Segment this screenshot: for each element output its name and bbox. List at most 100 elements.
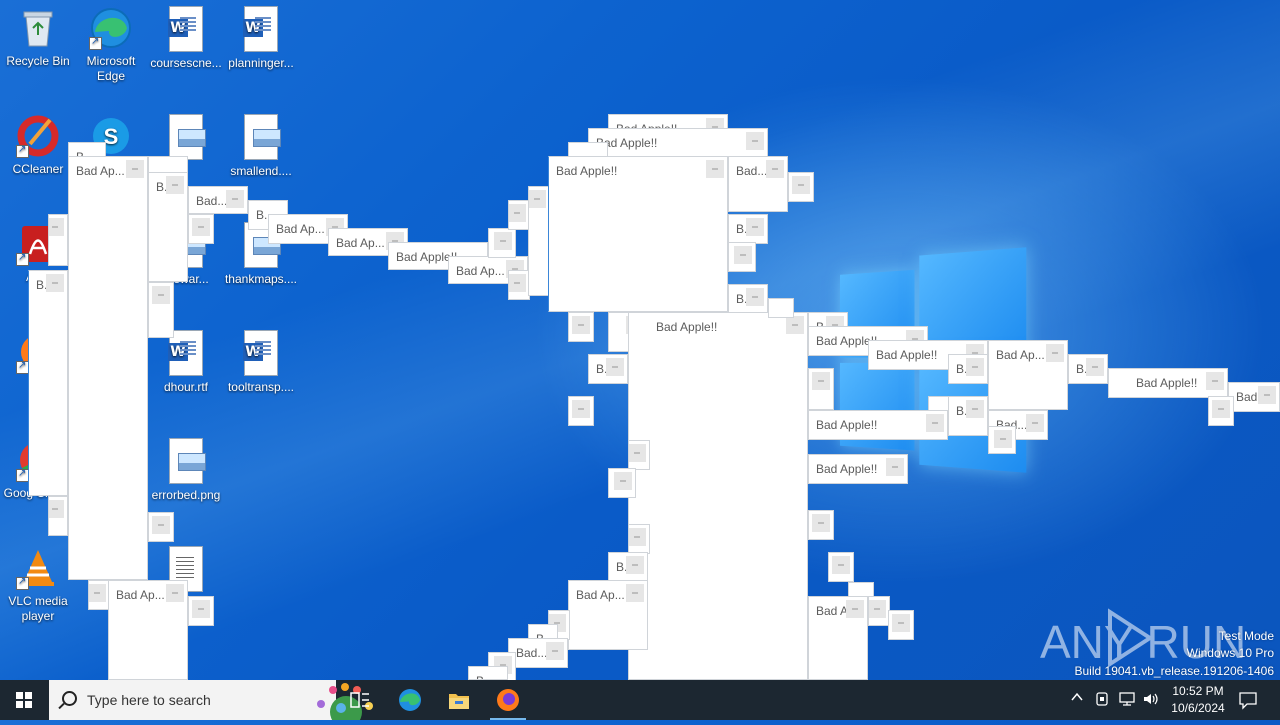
- taskbar-file-explorer-button[interactable]: [435, 680, 483, 720]
- bad-apple-window[interactable]: [528, 186, 550, 296]
- bad-apple-window[interactable]: [628, 524, 650, 554]
- window-control-icon[interactable]: [166, 176, 184, 194]
- window-control-icon[interactable]: [509, 274, 526, 292]
- window-control-icon[interactable]: [546, 642, 564, 660]
- bad-apple-window[interactable]: Bad...: [1228, 382, 1280, 412]
- window-control-icon[interactable]: [192, 218, 210, 236]
- desktop-icon-recycle-bin[interactable]: Recycle Bin: [0, 6, 76, 69]
- bad-apple-window[interactable]: [788, 172, 814, 202]
- bad-apple-window[interactable]: Bad Apple!!: [808, 410, 948, 440]
- bad-apple-window[interactable]: Bad...: [728, 156, 788, 212]
- bad-apple-window[interactable]: B...: [588, 354, 628, 384]
- bad-apple-window[interactable]: [188, 214, 214, 244]
- bad-apple-window[interactable]: Bad Apple!!: [808, 454, 908, 484]
- window-control-icon[interactable]: [892, 614, 910, 632]
- window-control-icon[interactable]: [1046, 344, 1064, 362]
- bad-apple-window[interactable]: [988, 426, 1016, 454]
- window-control-icon[interactable]: [629, 528, 646, 546]
- window-control-icon[interactable]: [192, 600, 210, 618]
- taskbar-clock[interactable]: 10:52 PM 10/6/2024: [1162, 683, 1234, 717]
- task-view-button[interactable]: [336, 680, 384, 720]
- window-control-icon[interactable]: [746, 218, 764, 236]
- bad-apple-window[interactable]: Bad Ap...: [568, 580, 648, 650]
- window-control-icon[interactable]: [766, 160, 784, 178]
- bad-apple-window[interactable]: [148, 512, 174, 542]
- start-button[interactable]: [0, 680, 48, 720]
- bad-apple-window[interactable]: B...: [28, 270, 68, 496]
- desktop-icon-dhour[interactable]: W dhour.rtf: [148, 330, 224, 395]
- window-control-icon[interactable]: [572, 400, 590, 418]
- window-control-icon[interactable]: [49, 500, 64, 518]
- window-control-icon[interactable]: [926, 414, 944, 432]
- window-control-icon[interactable]: [572, 316, 590, 334]
- desktop-icon-planninger[interactable]: W planninger...: [223, 6, 299, 71]
- desktop-icon-tooltransp[interactable]: W tooltransp....: [223, 330, 299, 395]
- window-control-icon[interactable]: [1206, 372, 1224, 390]
- window-control-icon[interactable]: [226, 190, 244, 208]
- bad-apple-window[interactable]: [1208, 396, 1234, 426]
- bad-apple-window[interactable]: [808, 368, 834, 410]
- tray-network-icon[interactable]: [1118, 691, 1136, 710]
- window-control-icon[interactable]: [786, 316, 804, 334]
- window-control-icon[interactable]: [966, 400, 984, 418]
- bad-apple-window[interactable]: Bad Ap...: [988, 340, 1068, 410]
- window-control-icon[interactable]: [746, 288, 764, 306]
- bad-apple-window[interactable]: [888, 610, 914, 640]
- tray-volume-icon[interactable]: [1142, 691, 1160, 710]
- bad-apple-window[interactable]: [828, 552, 854, 582]
- taskbar-firefox-button[interactable]: [484, 680, 532, 720]
- window-control-icon[interactable]: [49, 218, 64, 236]
- bad-apple-window[interactable]: Bad Apple!!: [548, 156, 728, 312]
- window-control-icon[interactable]: [529, 190, 546, 208]
- bad-apple-window[interactable]: [568, 312, 594, 342]
- bad-apple-window[interactable]: Bad Ap...: [68, 156, 148, 580]
- window-control-icon[interactable]: [626, 584, 644, 602]
- bad-apple-window[interactable]: [48, 496, 68, 536]
- window-control-icon[interactable]: [1258, 386, 1276, 404]
- desktop-icon-ccleaner[interactable]: CCleaner: [0, 114, 76, 177]
- window-control-icon[interactable]: [994, 430, 1012, 448]
- tray-chevron-up-icon[interactable]: [1070, 690, 1084, 707]
- bad-apple-window[interactable]: B...: [148, 172, 188, 282]
- bad-apple-window[interactable]: Bad...: [188, 186, 248, 214]
- bad-apple-window[interactable]: B...: [728, 214, 768, 244]
- taskbar-search-box[interactable]: Type here to search: [49, 680, 373, 725]
- bad-apple-window[interactable]: B...: [1068, 354, 1108, 384]
- window-control-icon[interactable]: [1026, 414, 1044, 432]
- desktop-icon-vlc[interactable]: VLC media player: [0, 546, 76, 624]
- window-control-icon[interactable]: [89, 584, 106, 602]
- window-control-icon[interactable]: [869, 600, 886, 618]
- desktop-icon-coursescne[interactable]: W coursescne...: [148, 6, 224, 71]
- bad-apple-window[interactable]: B...: [468, 666, 508, 680]
- window-control-icon[interactable]: [966, 358, 984, 376]
- bad-apple-window[interactable]: [768, 298, 794, 318]
- bad-apple-window[interactable]: Bad Ap...: [808, 596, 868, 680]
- bad-apple-window[interactable]: B...: [948, 354, 988, 384]
- bad-apple-window[interactable]: [808, 510, 834, 540]
- window-control-icon[interactable]: [1086, 358, 1104, 376]
- tray-device-icon[interactable]: [1094, 691, 1110, 710]
- window-control-icon[interactable]: [629, 444, 646, 462]
- window-control-icon[interactable]: [734, 246, 752, 264]
- bad-apple-window[interactable]: [148, 282, 174, 338]
- window-control-icon[interactable]: [509, 204, 526, 222]
- bad-apple-window[interactable]: Bad...: [508, 638, 568, 668]
- bad-apple-window[interactable]: Bad Apple!!: [1108, 368, 1228, 398]
- bad-apple-window[interactable]: [488, 228, 516, 258]
- bad-apple-window[interactable]: Bad Ap...: [108, 580, 188, 680]
- bad-apple-window[interactable]: [508, 270, 530, 300]
- window-control-icon[interactable]: [812, 514, 830, 532]
- window-control-icon[interactable]: [606, 358, 624, 376]
- window-control-icon[interactable]: [626, 556, 644, 574]
- desktop-icon-errorbed[interactable]: errorbed.png: [148, 438, 224, 503]
- window-control-icon[interactable]: [792, 176, 810, 194]
- window-control-icon[interactable]: [832, 556, 850, 574]
- window-control-icon[interactable]: [846, 600, 864, 618]
- window-control-icon[interactable]: [166, 584, 184, 602]
- bad-apple-window[interactable]: [188, 596, 214, 626]
- bad-apple-window[interactable]: [728, 242, 756, 272]
- desktop-icon-edge[interactable]: Microsoft Edge: [73, 6, 149, 84]
- window-control-icon[interactable]: [46, 274, 64, 292]
- bad-apple-window[interactable]: [508, 200, 530, 230]
- bad-apple-window[interactable]: [628, 440, 650, 470]
